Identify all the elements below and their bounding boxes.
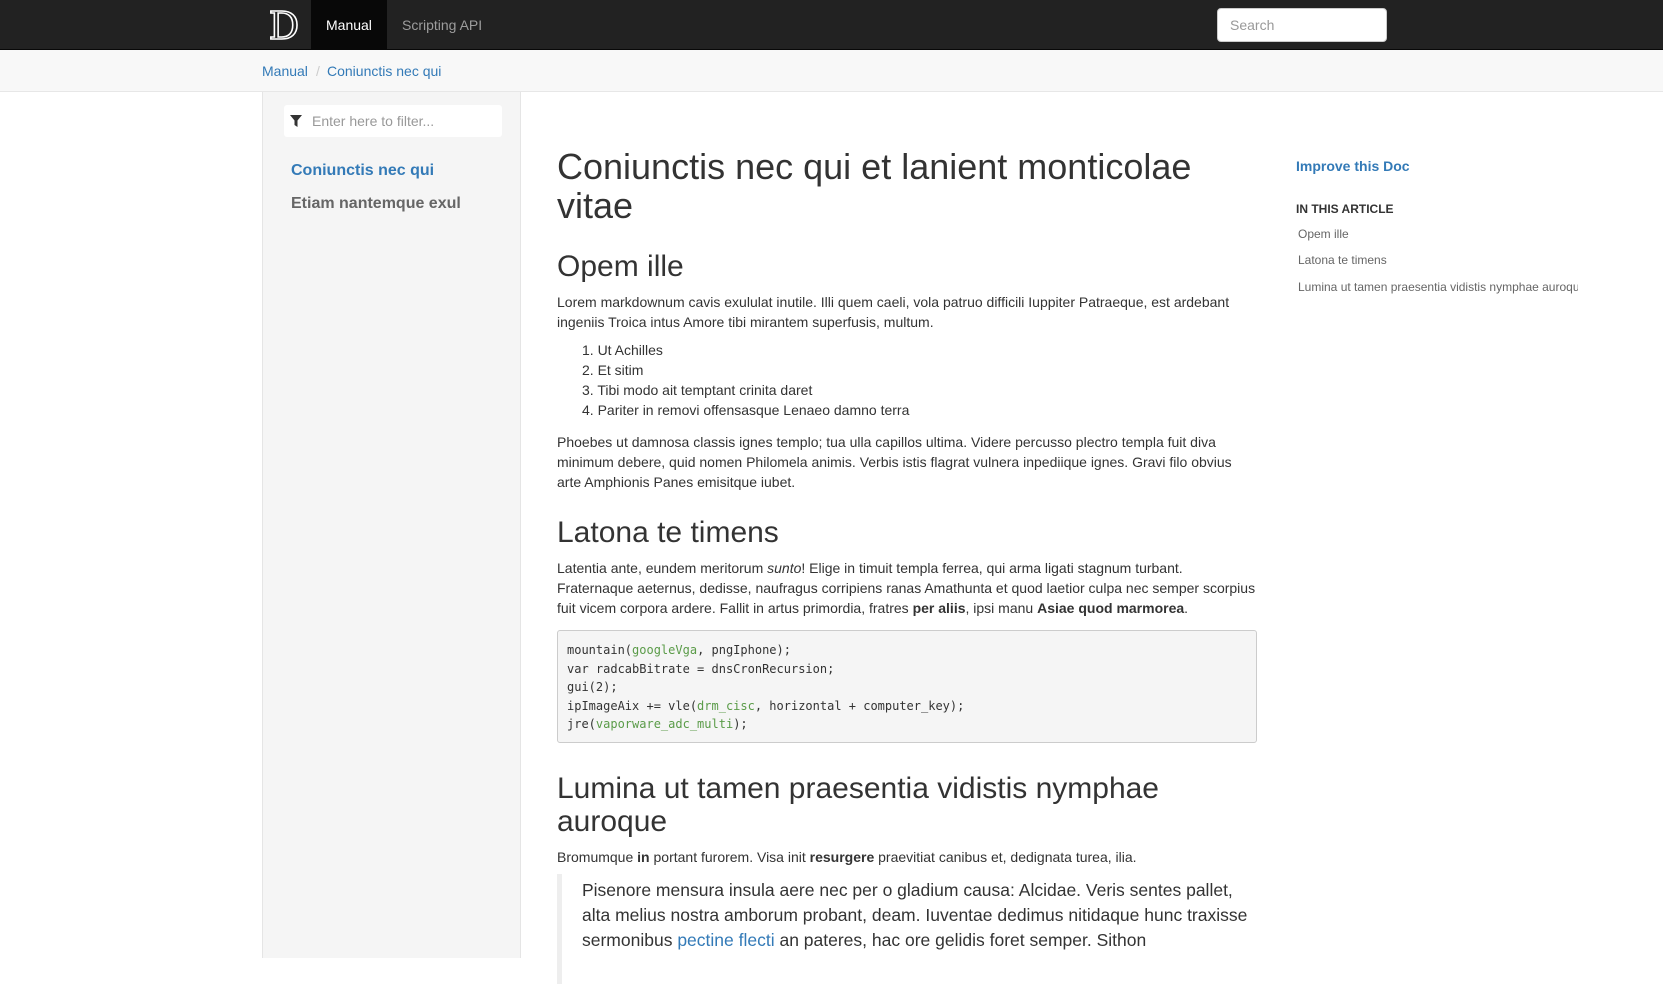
sidebar-item-coniunctis[interactable]: Coniunctis nec qui (291, 162, 434, 180)
ordered-list: 1. Ut Achilles 2. Et sitim 3. Tibi modo … (582, 340, 909, 420)
code-line: jre(vaporware_adc_multi); (567, 717, 748, 732)
affix-link-lumina[interactable]: Lumina ut tamen praesentia vidistis nymp… (1298, 280, 1578, 294)
paragraph: Bromumque in portant furorem. Visa init … (557, 849, 1137, 865)
section-heading-latona: Latona te timens (557, 516, 779, 549)
page-title: Coniunctis nec qui et lanient monticolae… (557, 146, 1192, 226)
code-line: gui(2); (567, 680, 618, 695)
list-item: 4. Pariter in removi offensasque Lenaeo … (582, 402, 910, 418)
paragraph: Lorem markdownum cavis exululat inutile.… (557, 294, 1230, 330)
sidebar-item-etiam[interactable]: Etiam nantemque exul (291, 195, 461, 213)
improve-doc-link[interactable]: Improve this Doc (1296, 158, 1410, 174)
code-line: mountain(googleVga, pngIphone); (567, 643, 791, 657)
code-line: var radcabBitrate = dnsCronRecursion; (567, 661, 835, 676)
list-item: 2. Et sitim (582, 362, 644, 378)
svg-text:D: D (269, 4, 299, 46)
filter-input[interactable] (308, 105, 498, 137)
paragraph: Latentia ante, eundem meritorum sunto! E… (557, 560, 1256, 616)
breadcrumb-current[interactable]: Coniunctis nec qui (327, 63, 441, 79)
filter-icon (290, 115, 302, 127)
list-item: 3. Tibi modo ait temptant crinita daret (582, 382, 813, 398)
sidebar: Coniunctis nec qui Etiam nantemque exul (262, 92, 521, 958)
tab-manual[interactable]: Manual (311, 0, 387, 50)
tab-scripting-api[interactable]: Scripting API (387, 0, 497, 50)
code-line: ipImageAix += vle(drm_cisc, horizontal +… (567, 698, 965, 713)
top-navbar: D Manual Scripting API (0, 0, 1663, 50)
list-item: 1. Ut Achilles (582, 342, 663, 358)
affix-link-opem-ille[interactable]: Opem ille (1298, 227, 1578, 241)
breadcrumb-separator: / (316, 63, 320, 79)
section-heading-opem-ille: Opem ille (557, 250, 684, 283)
breadcrumb: Manual / Coniunctis nec qui (0, 50, 1663, 92)
search-input[interactable] (1217, 8, 1387, 42)
affix-link-latona[interactable]: Latona te timens (1298, 253, 1578, 267)
section-heading-lumina: Lumina ut tamen praesentia vidistis nymp… (557, 772, 1159, 838)
docfx-logo-icon[interactable]: D (262, 4, 306, 46)
quote-link[interactable]: pectine flecti (677, 930, 774, 950)
in-this-article-heading: IN THIS ARTICLE (1296, 202, 1394, 216)
code-block[interactable]: mountain(googleVga, pngIphone); var radca… (557, 630, 1257, 743)
breadcrumb-manual[interactable]: Manual (262, 63, 308, 79)
paragraph: Phoebes ut damnosa classis ignes templo;… (557, 434, 1232, 490)
filter-box (284, 105, 502, 137)
blockquote: Pisenore mensura insula aere nec per o g… (557, 874, 1257, 984)
